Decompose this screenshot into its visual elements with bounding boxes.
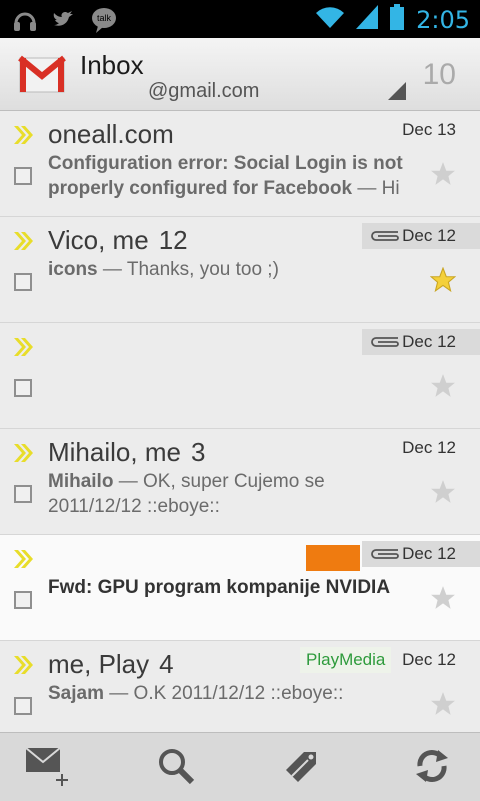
star-icon[interactable] xyxy=(430,691,456,722)
thread-count: 12 xyxy=(158,225,188,255)
attachment-icon xyxy=(368,224,400,250)
battery-icon xyxy=(390,4,405,35)
account-dropdown-icon[interactable] xyxy=(388,82,406,105)
email-date: Dec 12 xyxy=(402,544,456,563)
select-checkbox[interactable] xyxy=(14,697,32,715)
sender-names: me, Play xyxy=(48,649,150,679)
email-sender: Vico, me 12 xyxy=(48,225,188,256)
sender-names: Vico, me xyxy=(48,225,149,255)
attachment-icon xyxy=(368,542,400,568)
star-icon[interactable] xyxy=(430,585,456,616)
wifi-icon xyxy=(316,5,345,34)
select-checkbox[interactable] xyxy=(14,167,32,185)
email-sender: oneall.com xyxy=(48,119,174,150)
refresh-icon xyxy=(412,746,452,791)
email-list: oneall.com Configuration error: Social Lo… xyxy=(0,111,480,747)
select-checkbox[interactable] xyxy=(14,273,32,291)
label-chip: PlayMedia xyxy=(300,647,392,673)
email-row[interactable]: oneall.com Configuration error: Social Lo… xyxy=(0,111,480,217)
email-date-area: Dec 12 xyxy=(362,223,480,249)
importance-marker-icon[interactable] xyxy=(12,441,36,470)
compose-button[interactable] xyxy=(20,745,80,791)
email-row[interactable]: Dec 12 xyxy=(0,323,480,429)
email-sender: me, Play 4 xyxy=(48,649,174,680)
email-subject-line: Configuration error: Social Login is not… xyxy=(48,151,418,201)
page-title: Inbox xyxy=(80,50,144,80)
unread-count: 10 xyxy=(422,58,456,91)
status-system: 2:05 xyxy=(316,4,470,35)
attachment-icon xyxy=(368,330,400,356)
email-subject: Fwd: GPU program kompanije NVIDIA xyxy=(48,577,391,598)
sender-names: oneall.com xyxy=(48,119,174,149)
star-icon[interactable] xyxy=(430,479,456,510)
search-button[interactable] xyxy=(146,745,206,791)
select-checkbox[interactable] xyxy=(14,591,32,609)
status-time: 2:05 xyxy=(416,5,470,34)
label-chip xyxy=(306,545,360,571)
status-notifications: talk xyxy=(12,6,118,39)
email-date-area: Dec 12 xyxy=(394,647,480,673)
labels-button[interactable] xyxy=(272,745,332,791)
twitter-icon xyxy=(52,9,76,36)
email-row[interactable]: Mihailo, me 3 Mihailo — OK, super Cujemo s… xyxy=(0,429,480,535)
inbox-header[interactable]: Inbox @gmail.com 10 xyxy=(0,38,480,111)
email-sender: Mihailo, me 3 xyxy=(48,437,205,468)
labels-icon xyxy=(282,746,322,791)
search-icon xyxy=(156,746,196,791)
importance-marker-icon[interactable] xyxy=(12,335,36,364)
email-date-area: Dec 12 xyxy=(394,435,480,461)
email-date: Dec 12 xyxy=(402,438,456,457)
importance-marker-icon[interactable] xyxy=(12,547,36,576)
email-date: Dec 13 xyxy=(402,120,456,139)
email-subject: Mihailo xyxy=(48,471,114,492)
email-date: Dec 12 xyxy=(402,226,456,245)
email-subject-line: Fwd: GPU program kompanije NVIDIA xyxy=(48,575,418,600)
email-snippet: — O.K 2011/12/12 ::eboye:: xyxy=(103,683,344,704)
account-email: @gmail.com xyxy=(148,80,260,102)
email-date-area: Dec 12 xyxy=(362,329,480,355)
email-date: Dec 12 xyxy=(402,332,456,351)
thread-count: 4 xyxy=(159,649,174,679)
talk-icon: talk xyxy=(90,6,118,39)
signal-icon xyxy=(356,5,379,34)
gmail-logo-icon xyxy=(18,52,66,96)
email-subject: icons xyxy=(48,259,98,280)
bottom-action-bar xyxy=(0,732,480,801)
email-date: Dec 12 xyxy=(402,650,456,669)
email-row[interactable]: Fwd: GPU program kompanije NVIDIA Dec 12 xyxy=(0,535,480,641)
email-row[interactable]: Vico, me 12 icons — Thanks, you too ;) Dec … xyxy=(0,217,480,323)
email-subject: Sajam xyxy=(48,683,104,704)
importance-marker-icon[interactable] xyxy=(12,653,36,682)
thread-count: 3 xyxy=(190,437,206,467)
select-checkbox[interactable] xyxy=(14,485,32,503)
email-subject: Configuration error: Social Login is not… xyxy=(48,153,403,199)
sender-names: Mihailo, me xyxy=(48,437,181,467)
compose-icon xyxy=(24,744,76,793)
star-icon[interactable] xyxy=(429,266,457,298)
headphones-icon xyxy=(12,7,38,38)
talk-icon-label: talk xyxy=(97,13,112,23)
star-icon[interactable] xyxy=(430,161,456,192)
email-snippet: — Thanks, you too ;) xyxy=(97,259,279,280)
select-checkbox[interactable] xyxy=(14,379,32,397)
importance-marker-icon[interactable] xyxy=(12,229,36,258)
email-date-area: Dec 13 xyxy=(394,117,480,143)
email-subject-line: Sajam — O.K 2011/12/12 ::eboye:: xyxy=(48,681,418,706)
importance-marker-icon[interactable] xyxy=(12,123,36,152)
email-subject-line: Mihailo — OK, super Cujemo se 2011/12/12… xyxy=(48,469,418,519)
email-snippet: — Hi xyxy=(352,178,400,199)
status-bar: talk 2:05 xyxy=(0,0,480,38)
star-icon[interactable] xyxy=(430,373,456,404)
email-date-area: Dec 12 xyxy=(362,541,480,567)
refresh-button[interactable] xyxy=(402,745,462,791)
email-subject-line: icons — Thanks, you too ;) xyxy=(48,257,418,282)
